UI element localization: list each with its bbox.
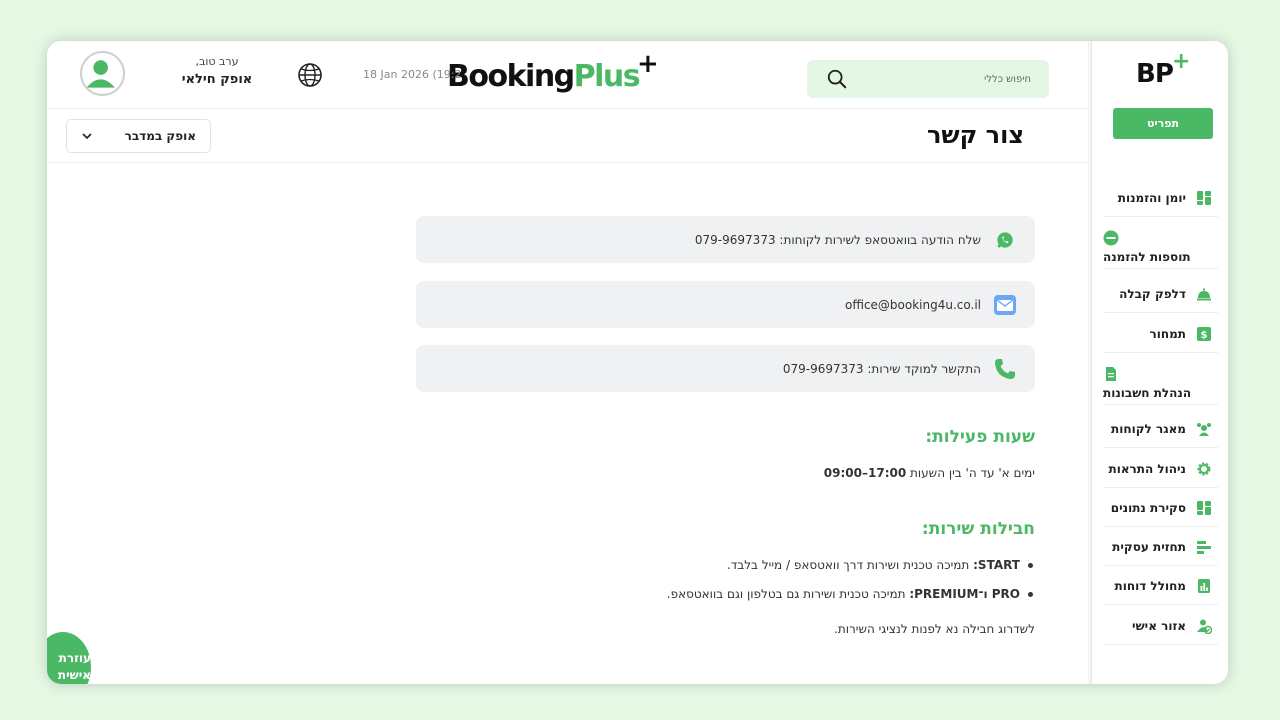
sidebar-item-pricing[interactable]: $ תמחור [1103,315,1218,353]
phone-text: התקשר למוקד שירות: 079-9697373 [782,361,981,376]
gear-icon [1196,461,1212,477]
whatsapp-text: שלח הודעה בוואטסאפ לשירות לקוחות: 079-96… [694,232,981,247]
svg-text:$: $ [1201,330,1208,341]
sidebar-item-extras[interactable]: תוספות להזמנה [1103,217,1218,269]
sidebar-item-label: תוספות להזמנה [1103,250,1191,264]
sidebar-item-reports[interactable]: מחולל דוחות [1103,567,1218,605]
package-desc: תמיכה טכנית ושירות גם בטלפון וגם בוואטסא… [666,587,910,601]
whatsapp-card[interactable]: שלח הודעה בוואטסאפ לשירות לקוחות: 079-96… [416,216,1035,263]
sidebar-item-label: הנהלת חשבונות [1103,386,1192,400]
sidebar-logo[interactable]: BP + [1136,49,1191,89]
list-item: START: תמיכה טכנית ושירות דרך וואטסאפ / … [727,558,1033,572]
logo-plus: + [1172,49,1191,74]
mail-icon [993,293,1017,317]
sidebar-item-label: ניהול התראות [1108,461,1187,476]
branch-select[interactable]: אופק במדבר [66,119,211,153]
assistant-button[interactable]: עוזרת אישית [47,632,91,684]
brand-text-booking: Booking [447,59,575,94]
menu-button[interactable]: תפריט [1113,108,1213,139]
sidebar-item-reception[interactable]: דלפק קבלה [1103,275,1218,313]
package-name: PRO ו־PREMIUM: [909,587,1020,601]
sidebar-item-data-overview[interactable]: סקירת נתונים [1103,489,1218,527]
sidebar-item-forecast[interactable]: תחזית עסקית [1103,528,1218,566]
sidebar-item-label: מחולל דוחות [1114,578,1186,593]
phone-icon [993,357,1017,381]
user-greeting: ערב טוב, אופק חילאי [167,55,267,87]
sidebar-item-label: תחזית עסקית [1112,539,1186,554]
globe-icon[interactable] [297,62,323,88]
chevron-down-icon [81,130,93,142]
package-name: START: [973,558,1020,572]
phone-card[interactable]: התקשר למוקד שירות: 079-9697373 [416,345,1035,392]
sidebar-item-clients[interactable]: מאגר לקוחות [1103,410,1218,448]
sidebar: BP + תפריט יומן והזמנות תוספות להזמנה דל… [1091,41,1228,684]
price-tag-icon: $ [1196,326,1212,342]
whatsapp-icon [993,228,1017,252]
sidebar-item-label: אזור אישי [1132,618,1186,633]
sidebar-item-accounting[interactable]: הנהלת חשבונות [1103,353,1218,405]
hours-title: שעות פעילות: [925,427,1035,447]
calendar-grid-icon [1196,190,1212,206]
brand-plus-mark: + [637,49,659,79]
sidebar-item-label: תמחור [1149,326,1186,341]
upgrade-note: לשדרוג חבילה נא לפנות לנציגי השירות. [834,622,1035,636]
main-area: BookingPlus + 18 Jan 2026 (19:2 ערב טוב,… [47,41,1091,684]
top-bar: BookingPlus + 18 Jan 2026 (19:2 ערב טוב,… [47,41,1091,109]
hours-prefix: ימים א' עד ה' בין השעות [906,466,1035,480]
email-text: office@booking4u.co.il [845,297,981,312]
page-title: צור קשר [926,121,1024,149]
hours-range: 17:00–09:00 [823,466,907,480]
sidebar-item-calendar[interactable]: יומן והזמנות [1103,179,1218,217]
bullet-dot [1028,562,1033,568]
hours-text: ימים א' עד ה' בין השעות 17:00–09:00 [824,466,1035,480]
forecast-bars-icon [1196,539,1212,555]
dashboard-icon [1196,500,1212,516]
extra-badge-icon [1103,230,1119,246]
sidebar-item-label: דלפק קבלה [1119,286,1186,301]
brand-text-plus: Plus [573,59,641,94]
reception-bell-icon [1196,286,1212,302]
datetime-text: 18 Jan 2026 (19:2 [363,68,462,81]
packages-title: חבילות שירות: [921,519,1035,539]
bullet-dot [1028,591,1033,597]
sidebar-item-label: מאגר לקוחות [1111,421,1186,436]
brand-logo: BookingPlus + [447,49,659,94]
user-name: אופק חילאי [181,72,253,87]
package-desc: תמיכה טכנית ושירות דרך וואטסאפ / מייל בל… [726,558,974,572]
email-card[interactable]: office@booking4u.co.il [416,281,1035,328]
greeting-text: ערב טוב, [195,55,239,68]
sidebar-item-label: יומן והזמנות [1117,190,1186,205]
logo-text: BP [1136,59,1174,89]
list-item: PRO ו־PREMIUM: תמיכה טכנית ושירות גם בטל… [667,587,1033,601]
sidebar-item-notifications[interactable]: ניהול התראות [1103,450,1218,488]
user-check-icon [1196,618,1212,634]
clients-icon [1196,421,1212,437]
app-window: BookingPlus + 18 Jan 2026 (19:2 ערב טוב,… [47,41,1228,684]
document-icon [1103,366,1119,382]
sidebar-item-label: סקירת נתונים [1110,500,1186,515]
branch-select-value: אופק במדבר [124,129,196,143]
sidebar-item-personal-area[interactable]: אזור אישי [1103,607,1218,645]
search-icon[interactable] [826,68,848,90]
report-chart-icon [1196,578,1212,594]
avatar[interactable] [80,51,125,96]
